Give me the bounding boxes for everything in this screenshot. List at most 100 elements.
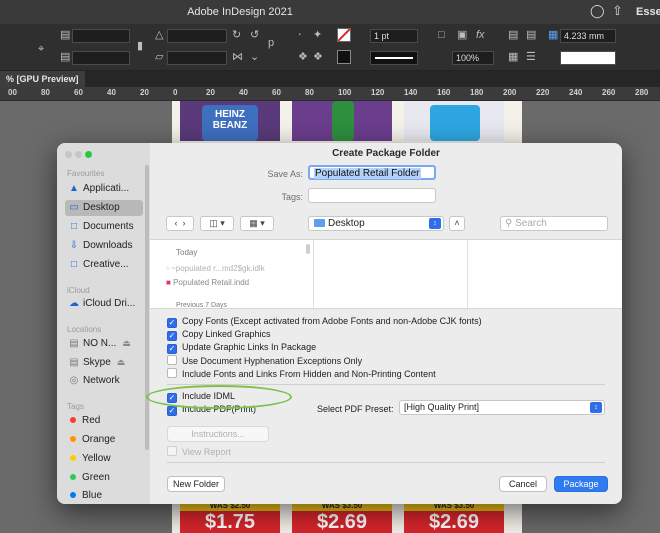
align-left-icon[interactable]: ▤ [508,28,518,42]
browser-column-scrollbar[interactable] [306,244,310,254]
y-position-input[interactable] [72,51,130,65]
hyphenation-exceptions-option[interactable]: Use Document Hyphenation Exceptions Only [167,355,362,367]
include-idml-checkbox[interactable]: ✓ [167,393,177,403]
folder-icon: □ [70,259,78,270]
select-content-icon[interactable]: ✦ [313,28,322,42]
tags-input[interactable] [308,188,436,203]
sidebar-item-icloud-drive[interactable]: ☁ iCloud Dri... [65,296,143,312]
sidebar-item-disk-no-name[interactable]: ▤ NO N... ⏏ [65,335,143,351]
package-button[interactable]: Package [554,476,608,492]
sidebar-tag-orange[interactable]: Orange [65,432,143,448]
column-divider[interactable] [467,240,468,310]
include-hidden-content-option[interactable]: Include Fonts and Links From Hidden and … [167,368,436,380]
shear-angle-input[interactable] [167,51,227,65]
view-report-option[interactable]: View Report [167,446,231,458]
reference-point-icon[interactable]: ⌖ [38,42,44,56]
browser-item-indd[interactable]: ■ Populated Retail.indd [166,278,249,287]
x-position-input[interactable] [72,29,130,43]
sidebar-tag-yellow[interactable]: Yellow [65,451,143,467]
distribute-icon[interactable]: ☰ [526,50,536,64]
fill-swatch-none[interactable] [337,28,351,42]
rotation-angle-input[interactable] [167,29,227,43]
back-chevron-icon[interactable]: ‹ [174,218,177,228]
new-folder-button[interactable]: New Folder [167,476,225,492]
fx-icon[interactable]: fx [476,28,485,42]
lightbulb-icon[interactable]: ◯ [590,3,605,19]
sidebar-item-downloads[interactable]: ⇩ Downloads [65,238,143,254]
sidebar-tag-red[interactable]: Red [65,413,143,429]
pdf-preset-select[interactable]: [High Quality Print] ↕ [399,400,605,415]
copy-fonts-checkbox[interactable]: ✓ [167,318,177,328]
copy-linked-graphics-option[interactable]: ✓ Copy Linked Graphics [167,329,271,341]
constrain-proportions-icon[interactable]: ▮ [137,39,143,53]
select-next-icon[interactable]: ❖ [313,50,323,64]
include-hidden-content-checkbox[interactable] [167,368,177,378]
group-by-button[interactable]: ▦ ▾ [240,216,274,231]
hyphenation-exceptions-checkbox[interactable] [167,355,177,365]
file-browser[interactable]: Today ▫ ~populated r...md2$gk.idlk ■ Pop… [150,239,622,310]
select-container-icon[interactable]: ⋅ [298,28,302,42]
ruler-tick-label: 260 [602,88,616,97]
workspace-switcher[interactable]: Esser [636,6,660,18]
copy-fonts-option[interactable]: ✓ Copy Fonts (Except activated from Adobe… [167,316,482,328]
sidebar-item-creative-cloud[interactable]: □ Creative... [65,257,143,273]
stroke-swatch[interactable] [337,50,351,64]
include-idml-option[interactable]: ✓ Include IDML [167,391,235,403]
yellow-tag-dot-icon [70,454,76,461]
column-divider[interactable] [313,240,314,310]
rotate-cw-icon[interactable]: ↻ [232,28,241,42]
include-pdf-option[interactable]: ✓ Include PDF(Print) [167,404,256,416]
text-wrap-icon[interactable]: ▦ [508,50,518,64]
horizontal-ruler: 00 80 60 40 20 0 20 40 60 80 100 120 140 160 180 200 220… [0,87,660,101]
share-icon[interactable]: ⇧ [612,3,623,19]
view-mode-button[interactable]: ◫ ▾ [200,216,234,231]
select-previous-icon[interactable]: ❖ [298,50,308,64]
y-position-icon: ▤ [60,51,71,63]
browser-group-previous: Previous 7 Days [176,302,227,309]
sidebar-item-skype[interactable]: ▤ Skype ⏏ [65,354,143,370]
sidebar-item-documents[interactable]: □ Documents [65,219,143,235]
forward-chevron-icon[interactable]: › [183,218,186,228]
ruler-tick-label: 240 [569,88,583,97]
cancel-button[interactable]: Cancel [499,476,547,492]
stroke-weight-input[interactable]: 1 pt [370,29,418,43]
browser-item-lockfile[interactable]: ▫ ~populated r...md2$gk.idlk [166,264,265,273]
location-popup[interactable]: Desktop ↕ [308,216,444,231]
sidebar-item-network[interactable]: ◎ Network [65,373,143,389]
dialog-title: Create Package Folder [332,148,440,159]
include-pdf-checkbox[interactable]: ✓ [167,406,177,416]
minimize-window-button[interactable] [75,151,82,158]
sidebar-tag-blue[interactable]: Blue [65,488,143,504]
zoom-window-button[interactable] [85,151,92,158]
back-forward-buttons[interactable]: ‹ › [166,216,194,231]
opacity-input[interactable]: 100% [452,51,494,65]
sidebar-section-icloud: iCloud [67,286,90,295]
align-center-icon[interactable]: ▤ [526,28,536,42]
instructions-button[interactable]: Instructions... [167,426,269,442]
view-report-checkbox[interactable] [167,446,177,456]
eject-icon[interactable]: ⏏ [117,357,126,367]
search-field[interactable]: ⚲ Search [500,216,608,231]
grid-icon: ▦ [249,218,258,228]
update-graphic-links-checkbox[interactable]: ✓ [167,344,177,354]
sidebar-item-desktop[interactable]: ▭ Desktop [65,200,143,216]
dialog-main: Create Package Folder Save As: Populated… [150,143,622,504]
copy-linked-graphics-checkbox[interactable]: ✓ [167,331,177,341]
flip-vertical-icon[interactable]: ⌄ [250,50,259,64]
sidebar-item-applications[interactable]: ▲ Applicati... [65,181,143,197]
gutter-input[interactable]: 4.233 mm [560,29,616,43]
close-window-button[interactable] [65,151,72,158]
corner-shape-select[interactable] [560,51,616,65]
stroke-type-select[interactable] [370,51,418,65]
sidebar-tag-green[interactable]: Green [65,470,143,486]
update-graphic-links-option[interactable]: ✓ Update Graphic Links In Package [167,342,316,354]
flip-horizontal-icon[interactable]: ⋈ [232,50,243,64]
frame-fitting-icon[interactable]: □ [438,28,445,42]
save-as-input[interactable]: Populated Retail Folder [308,165,436,180]
drop-shadow-icon[interactable]: ▣ [457,28,467,42]
rotate-ccw-icon[interactable]: ↺ [250,28,259,42]
eject-icon[interactable]: ⏏ [122,338,131,348]
document-tab[interactable]: % [GPU Preview] [0,71,85,87]
collapse-browser-button[interactable]: ˄ [449,216,465,231]
sidebar-scrollbar[interactable] [145,165,149,450]
